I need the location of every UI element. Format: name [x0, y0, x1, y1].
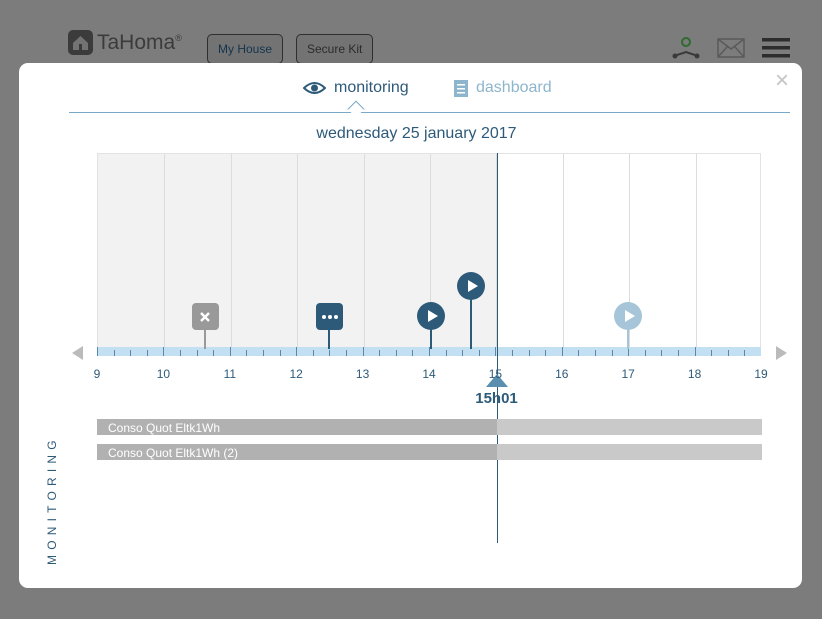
- axis-tick: [196, 350, 198, 356]
- axis-tick: [545, 350, 547, 356]
- brand-name: TaHoma: [97, 30, 176, 54]
- row-label: Conso Quot Eltk1Wh: [108, 421, 221, 435]
- house-logo-icon: [68, 30, 93, 55]
- hour-label: 16: [555, 367, 569, 381]
- axis-tick: [379, 350, 381, 356]
- axis-tick: [644, 350, 646, 356]
- monitoring-row[interactable]: Conso Quot Eltk1Wh: [97, 419, 762, 435]
- axis-tick: [478, 350, 480, 356]
- event-error-button[interactable]: [191, 303, 219, 330]
- active-tab-indicator: [347, 100, 365, 118]
- axis-tick: [346, 350, 347, 356]
- axis-tick: [296, 347, 298, 356]
- axis-tick: [180, 350, 181, 356]
- hour-label: 17: [621, 367, 635, 381]
- axis-tick: [130, 350, 132, 356]
- axis-tick: [229, 347, 231, 356]
- event-scheduled-button[interactable]: [614, 302, 643, 330]
- chevron-right-icon[interactable]: [776, 346, 787, 360]
- hour-label: 19: [754, 367, 768, 381]
- axis-tick: [213, 350, 215, 356]
- axis-tick: [462, 350, 464, 356]
- event-executed-button[interactable]: [416, 302, 445, 330]
- close-icon: [199, 311, 211, 323]
- hour-label: 15: [488, 367, 503, 381]
- play-icon: [425, 309, 439, 323]
- axis-tick: [744, 350, 746, 356]
- axis-tick: [97, 347, 98, 356]
- axis-tick: [329, 350, 331, 356]
- tab-dashboard[interactable]: dashboard: [454, 79, 552, 97]
- monitoring-row[interactable]: Conso Quot Eltk1Wh (2): [97, 444, 762, 460]
- monitoring-modal: × monitoring dashboard wednesday 25 janu…: [19, 63, 802, 588]
- axis-tick: [312, 350, 314, 356]
- axis-tick: [711, 350, 713, 356]
- axis-tick: [146, 350, 148, 356]
- axis-tick: [595, 350, 596, 356]
- event-executed-button[interactable]: [456, 272, 485, 300]
- hour-grid-line: [695, 154, 697, 349]
- document-icon: [454, 79, 468, 97]
- hour-label: 12: [289, 367, 303, 381]
- more-icon: [321, 314, 338, 319]
- play-icon: [465, 279, 479, 293]
- axis-tick: [512, 350, 513, 356]
- tab-bar: monitoring dashboard: [69, 63, 790, 118]
- secure-kit-button[interactable]: Secure Kit: [296, 34, 374, 64]
- axis-tick: [694, 347, 696, 356]
- hour-label: 9: [93, 367, 101, 381]
- hour-label: 18: [687, 367, 702, 381]
- axis-tick: [561, 347, 563, 356]
- axis-tick: [279, 350, 281, 356]
- axis-tick: [445, 350, 447, 356]
- tab-dashboard-label: dashboard: [476, 79, 552, 96]
- axis-tick: [163, 347, 165, 356]
- registered-mark: ®: [175, 32, 182, 43]
- tab-monitoring[interactable]: monitoring: [303, 79, 409, 97]
- chevron-left-icon[interactable]: [72, 346, 83, 360]
- axis-tick: [246, 350, 248, 356]
- axis-tick: [678, 350, 679, 356]
- hour-label: 11: [223, 367, 237, 381]
- axis-tick: [263, 350, 264, 356]
- axis-tick: [611, 350, 613, 356]
- axis-tick: [395, 350, 397, 356]
- hour-label: 14: [422, 367, 436, 381]
- menu-icon[interactable]: [762, 36, 790, 60]
- axis-tick: [578, 350, 580, 356]
- event-pending-button[interactable]: [316, 303, 344, 330]
- mail-icon[interactable]: [717, 38, 745, 58]
- timeline-date: wednesday 25 january 2017: [316, 125, 517, 142]
- current-time-label: 15h01: [475, 390, 518, 407]
- hour-grid-line: [562, 154, 564, 349]
- hour-grid-line: [230, 154, 232, 349]
- eye-icon: [303, 82, 326, 94]
- row-label: Conso Quot Eltk1Wh (2): [108, 446, 239, 460]
- current-time-line: [496, 153, 498, 543]
- user-network-icon[interactable]: [672, 36, 700, 60]
- axis-tick: [727, 350, 729, 356]
- axis-tick: [412, 350, 414, 356]
- axis-tick: [661, 350, 663, 356]
- hour-grid-line: [297, 154, 299, 349]
- my-house-button[interactable]: My House: [207, 34, 284, 64]
- axis-tick: [113, 350, 115, 356]
- hour-label: 13: [355, 367, 370, 381]
- axis-tick: [362, 347, 364, 356]
- hour-grid-line: [363, 154, 365, 349]
- axis-tick: [528, 350, 530, 356]
- tab-monitoring-label: monitoring: [334, 79, 409, 96]
- monitoring-vertical-label: MONITORING: [45, 435, 59, 565]
- hour-grid-line: [164, 154, 166, 349]
- play-icon: [622, 309, 636, 323]
- tahoma-logo: TaHoma ®: [68, 30, 182, 55]
- hour-label: 10: [156, 367, 171, 381]
